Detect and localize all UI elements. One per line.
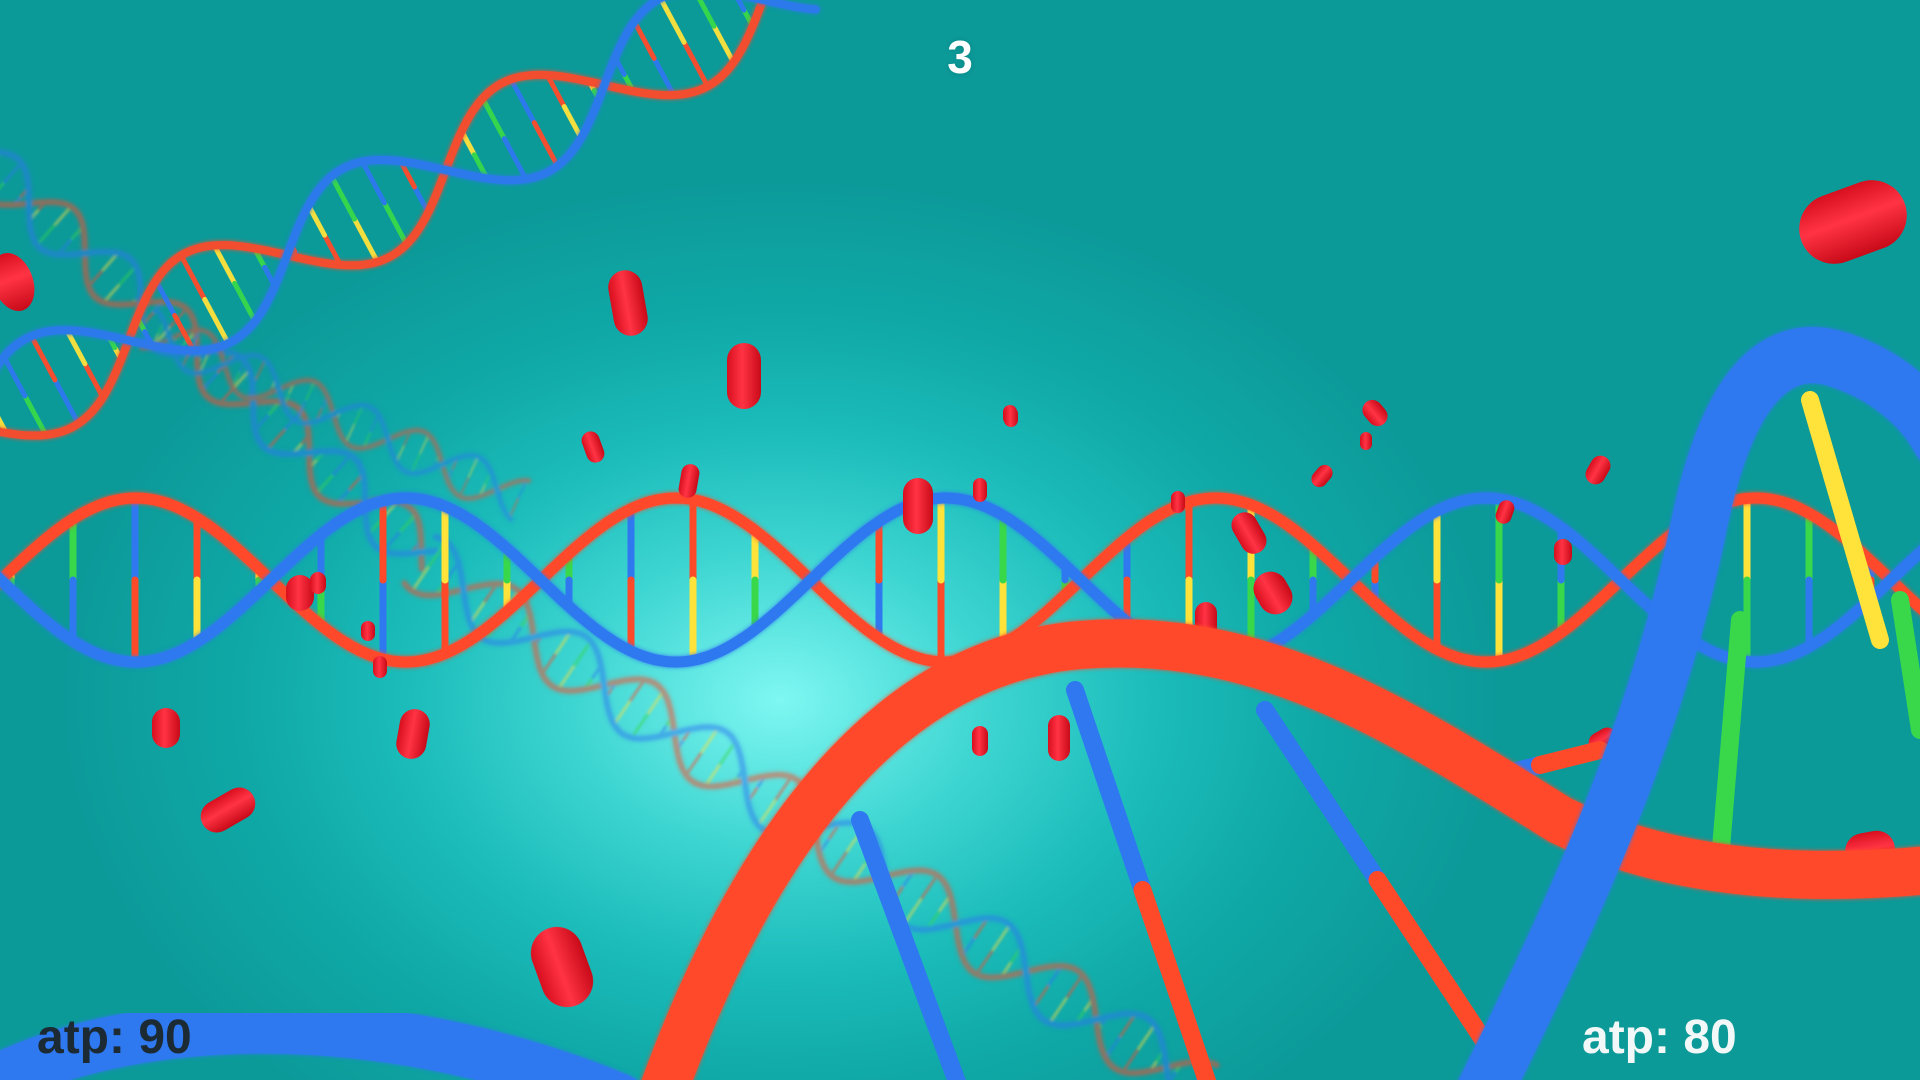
atp-molecule [608,270,648,336]
atp-molecule [1362,399,1388,427]
atp-molecule [200,787,256,833]
atp-molecule [396,709,430,759]
atp-molecule [1004,407,1018,427]
atp-counter-left: atp: 90 [37,1011,192,1064]
dna-background [0,0,1920,1080]
atp-molecule [678,464,700,498]
game-viewport[interactable]: 3 atp: 90 atp: 80 [0,0,1920,1080]
helix-segment [0,492,1920,668]
atp-molecule [1171,491,1185,513]
atp-molecule [286,575,314,611]
helix-segment [139,309,531,522]
atp-molecule [581,431,605,463]
foreground-dna-helix [0,327,1920,1080]
round-counter: 3 [947,31,973,83]
main-dna-helix [0,0,1920,668]
atp-molecule [1799,180,1907,264]
atp-molecule [0,252,35,312]
atp-molecule [310,572,326,594]
atp-molecule [1554,539,1572,565]
atp-molecule [727,343,761,409]
atp-molecule [972,726,988,756]
atp-counter-right: atp: 80 [1582,1011,1737,1064]
atp-molecule [361,621,375,641]
atp-molecule [1311,464,1333,488]
atp-molecule [530,926,594,1008]
atp-molecule [1048,715,1070,761]
atp-molecule [903,478,933,534]
atp-molecule [1253,571,1293,615]
atp-molecule [1360,432,1372,450]
atp-molecule [973,478,987,502]
atp-molecule [373,656,387,678]
atp-molecule [1585,455,1611,485]
atp-molecule [152,708,180,748]
foreground-helix-strands [0,327,1920,1080]
